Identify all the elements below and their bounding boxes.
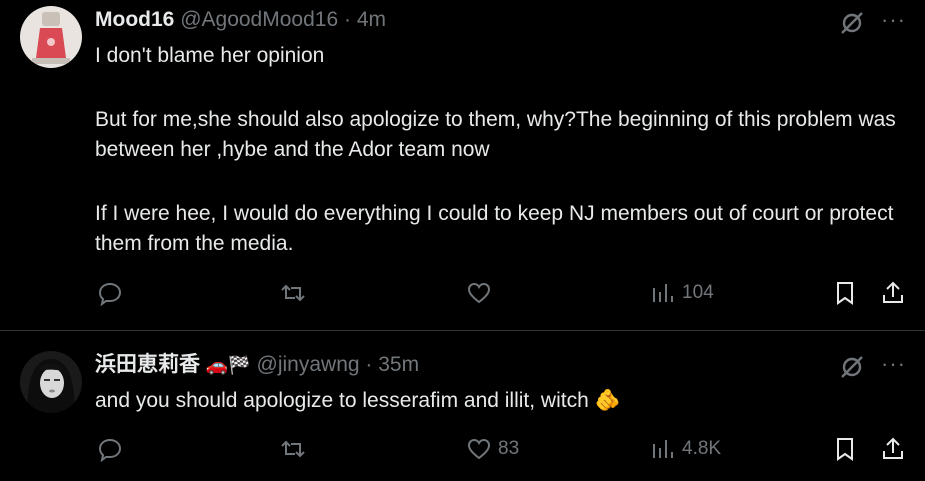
tweet-header: 浜田恵莉香 🚗🏁 @jinyawng · 35m — [95, 352, 419, 378]
tweet-paragraph: and you should apologize to lesserafim a… — [95, 389, 621, 412]
views-count[interactable]: 104 — [650, 280, 714, 306]
display-name[interactable]: 浜田恵莉香 — [95, 353, 200, 376]
retweet-icon — [281, 440, 305, 458]
retweet-button[interactable] — [280, 280, 306, 306]
tweet-header: Mood16 @AgoodMood16 · 4m — [95, 7, 386, 33]
tweet-actions: 83 4.8K — [0, 436, 925, 468]
share-icon — [883, 281, 903, 303]
car-emoji: 🚗 — [205, 355, 229, 375]
separator: · — [343, 8, 351, 31]
bookmark-button[interactable] — [832, 280, 858, 306]
tweet-actions: 104 — [0, 280, 925, 312]
heart-icon — [467, 282, 491, 304]
separator: · — [365, 353, 373, 376]
reply-bubble-icon — [98, 282, 122, 306]
tweet-text: and you should apologize to lesserafim a… — [95, 386, 910, 416]
timestamp[interactable]: 35m — [378, 353, 419, 376]
views-bar-icon — [653, 440, 673, 458]
like-button[interactable] — [466, 280, 492, 306]
handle[interactable]: @jinyawng — [257, 353, 360, 376]
more-icon[interactable]: ··· — [881, 7, 906, 33]
views-value: 104 — [682, 282, 714, 303]
more-icon[interactable]: ··· — [881, 351, 906, 377]
reply-button[interactable] — [97, 280, 123, 306]
likes-value: 83 — [498, 438, 520, 459]
avatar-jinyawng[interactable] — [20, 351, 82, 413]
views-count[interactable]: 4.8K — [650, 436, 721, 462]
retweet-icon — [281, 284, 305, 302]
views-value: 4.8K — [682, 438, 722, 459]
timestamp[interactable]: 4m — [357, 8, 386, 31]
avatar-mood16[interactable] — [20, 6, 82, 68]
views-bar-icon — [653, 284, 673, 302]
tweet-text: I don't blame her opinion But for me,she… — [95, 41, 910, 259]
grok-slash-icon[interactable] — [838, 9, 866, 37]
reply-button[interactable] — [97, 436, 123, 462]
tweet-paragraph: I don't blame her opinion — [95, 44, 325, 67]
checkered-flag-emoji: 🏁 — [228, 355, 251, 375]
tweet-paragraph: But for me,she should also apologize to … — [95, 108, 896, 161]
handle[interactable]: @AgoodMood16 — [180, 8, 338, 31]
tweet-paragraph: If I were hee, I would do everything I c… — [95, 202, 894, 255]
display-name[interactable]: Mood16 — [95, 8, 174, 31]
share-icon — [883, 437, 903, 459]
reply-bubble-icon — [98, 438, 122, 462]
share-button[interactable] — [880, 280, 906, 306]
share-button[interactable] — [880, 436, 906, 462]
bookmark-button[interactable] — [832, 436, 858, 462]
bookmark-icon — [837, 282, 853, 305]
grok-slash-icon[interactable] — [838, 353, 866, 381]
retweet-button[interactable] — [280, 436, 306, 462]
heart-icon — [467, 438, 491, 460]
like-button[interactable]: 83 — [466, 436, 519, 462]
bookmark-icon — [837, 438, 853, 461]
